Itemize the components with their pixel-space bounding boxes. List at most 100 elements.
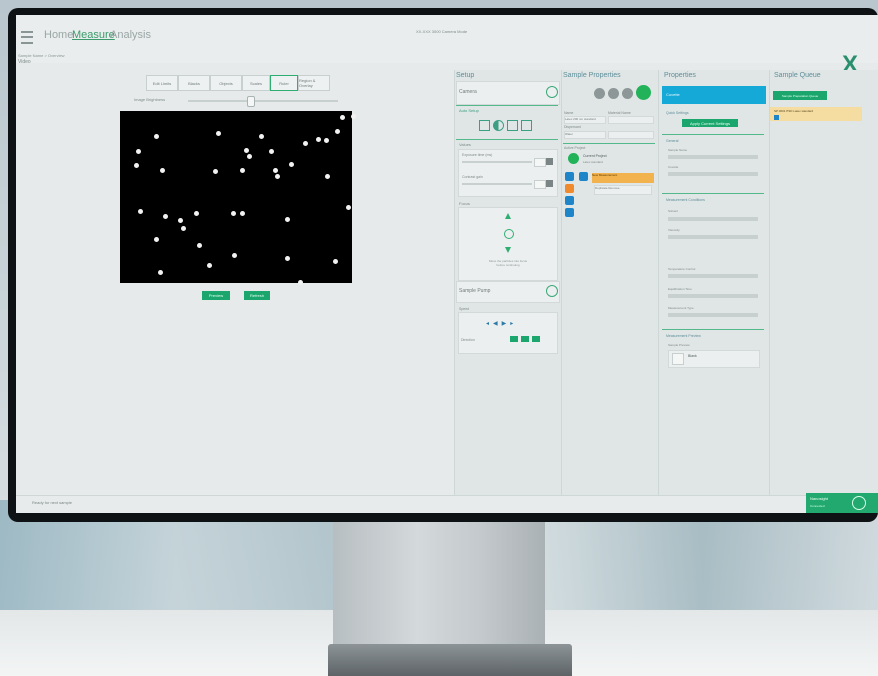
pump-button-3[interactable]: [532, 336, 540, 342]
exposure-slider[interactable]: [462, 161, 532, 163]
context-menu-item[interactable]: New Measurement: [592, 173, 654, 183]
field-viscosity: Viscosity: [668, 228, 680, 232]
measurement-icon[interactable]: [579, 172, 588, 181]
properties-title: Properties: [664, 72, 696, 79]
project-name[interactable]: Current Project: [583, 154, 607, 158]
particle-dot: [259, 134, 264, 139]
exposure-stepper[interactable]: [546, 158, 553, 165]
contrast-label: Contrast gain: [462, 175, 483, 179]
brightness-slider-handle[interactable]: [247, 96, 255, 107]
temperature-input[interactable]: [668, 274, 758, 278]
measurement-type-select[interactable]: [668, 313, 758, 317]
sample-properties-title: Sample Properties: [563, 72, 621, 79]
particle-dot: [273, 168, 278, 173]
auto-setup-label: Auto Setup: [459, 108, 479, 113]
brightness-label: Image Brightness: [134, 97, 166, 102]
contrast-slider[interactable]: [462, 183, 532, 185]
monitor-screen: Home Measure Analysis XX-XXX 3000 Camera…: [16, 15, 878, 513]
focus-down-arrow-icon[interactable]: [505, 247, 511, 253]
particle-dot: [232, 253, 237, 258]
divider: [662, 193, 764, 194]
particle-dot: [303, 141, 308, 146]
particle-dot: [194, 211, 199, 216]
pump-button-1[interactable]: [510, 336, 518, 342]
play-button-icon[interactable]: [636, 85, 651, 100]
menu-icon[interactable]: [21, 31, 33, 44]
tool-blacks[interactable]: Blacks: [178, 75, 210, 91]
material-field[interactable]: [608, 116, 654, 124]
sample-name-input[interactable]: [668, 155, 758, 159]
exposure-label: Exposure time (ms): [462, 153, 493, 157]
particle-dot: [138, 209, 143, 214]
solvent-select[interactable]: [668, 217, 758, 221]
remove-action[interactable]: Remove: [608, 186, 619, 190]
viscosity-input[interactable]: [668, 235, 758, 239]
sidebar-action-icon-1[interactable]: [565, 172, 574, 181]
camera-toggle-icon[interactable]: [546, 86, 558, 98]
duplicate-action[interactable]: Duplicate: [595, 186, 608, 190]
contrast-input[interactable]: [534, 180, 546, 189]
tool-region[interactable]: Region & Overlay: [298, 75, 330, 91]
project-item[interactable]: Latex standard: [583, 160, 603, 164]
status-bar: [16, 495, 878, 513]
focus-target-icon[interactable]: [507, 120, 518, 131]
tool-objects[interactable]: Objects: [210, 75, 242, 91]
field-cuvette: Cuvette: [668, 165, 679, 169]
pump-transport-icons[interactable]: ◂◀▶▸: [486, 320, 517, 327]
particle-dot: [197, 243, 202, 248]
particle-dot: [213, 169, 218, 174]
exposure-input[interactable]: [534, 158, 546, 167]
particle-dot: [231, 211, 236, 216]
sidebar-action-icon-4[interactable]: [565, 208, 574, 217]
sample-pump-label: Sample Pump: [459, 288, 491, 294]
sidebar-action-icon-2[interactable]: [565, 184, 574, 193]
particle-dot: [285, 256, 290, 261]
window-title: XX-XXX 3000 Camera Mode: [416, 29, 468, 34]
focus-target-icon[interactable]: [504, 229, 514, 239]
particle-dot: [154, 134, 159, 139]
queue-entry-icon: [774, 115, 779, 120]
equilibration-input[interactable]: [668, 294, 758, 298]
sample-queue-title: Sample Queue: [774, 72, 821, 79]
material-label: Material Name: [608, 111, 631, 115]
contrast-icon[interactable]: [493, 120, 504, 131]
particle-dot: [247, 154, 252, 159]
measurement-preview-label: Measurement Preview: [666, 334, 701, 338]
auto-adjust-icon[interactable]: [479, 120, 490, 131]
apply-settings-button[interactable]: Apply Current Settings: [682, 119, 738, 127]
queue-tab[interactable]: Sample Preparation Queue: [773, 91, 827, 100]
nav-analysis[interactable]: Analysis: [110, 29, 151, 41]
preview-thumbnail: [672, 353, 684, 365]
monitor-stand-base: [328, 644, 572, 676]
particle-dot: [269, 149, 274, 154]
pump-toggle-icon[interactable]: [546, 285, 558, 297]
nav-home[interactable]: Home: [44, 29, 73, 41]
focus-up-arrow-icon[interactable]: [505, 213, 511, 219]
values-label: Values: [459, 142, 471, 147]
particle-dot: [285, 217, 290, 222]
crop-icon[interactable]: [521, 120, 532, 131]
focus-hint: Move the particles into focus before con…: [488, 259, 528, 267]
context-menu-actions[interactable]: Duplicate Remove: [594, 185, 652, 195]
brightness-slider[interactable]: [188, 100, 338, 102]
pause-button-icon[interactable]: [622, 88, 633, 99]
pump-button-2[interactable]: [521, 336, 529, 342]
nav-measure[interactable]: Measure: [72, 29, 115, 41]
preview-button[interactable]: Preview: [202, 291, 230, 300]
breadcrumb[interactable]: Sample Name > Overview: [18, 53, 65, 58]
particle-dot: [298, 280, 303, 285]
sidebar-action-icon-3[interactable]: [565, 196, 574, 205]
tool-scales[interactable]: Scales: [242, 75, 270, 91]
cuvette-select[interactable]: [668, 172, 758, 176]
project-icon: [568, 153, 579, 164]
particle-dot: [136, 149, 141, 154]
contrast-stepper[interactable]: [546, 180, 553, 187]
stop-button-icon[interactable]: [608, 88, 619, 99]
name-field[interactable]: Latex 200 nm standard: [564, 116, 606, 124]
dispersant-field[interactable]: Water: [564, 131, 606, 139]
tool-ruler[interactable]: Ruler: [270, 75, 298, 91]
refresh-button[interactable]: Refresh: [244, 291, 270, 300]
dispersant-select[interactable]: [608, 131, 654, 139]
record-button-icon[interactable]: [594, 88, 605, 99]
tool-edit-limits[interactable]: Edit Limits: [146, 75, 178, 91]
